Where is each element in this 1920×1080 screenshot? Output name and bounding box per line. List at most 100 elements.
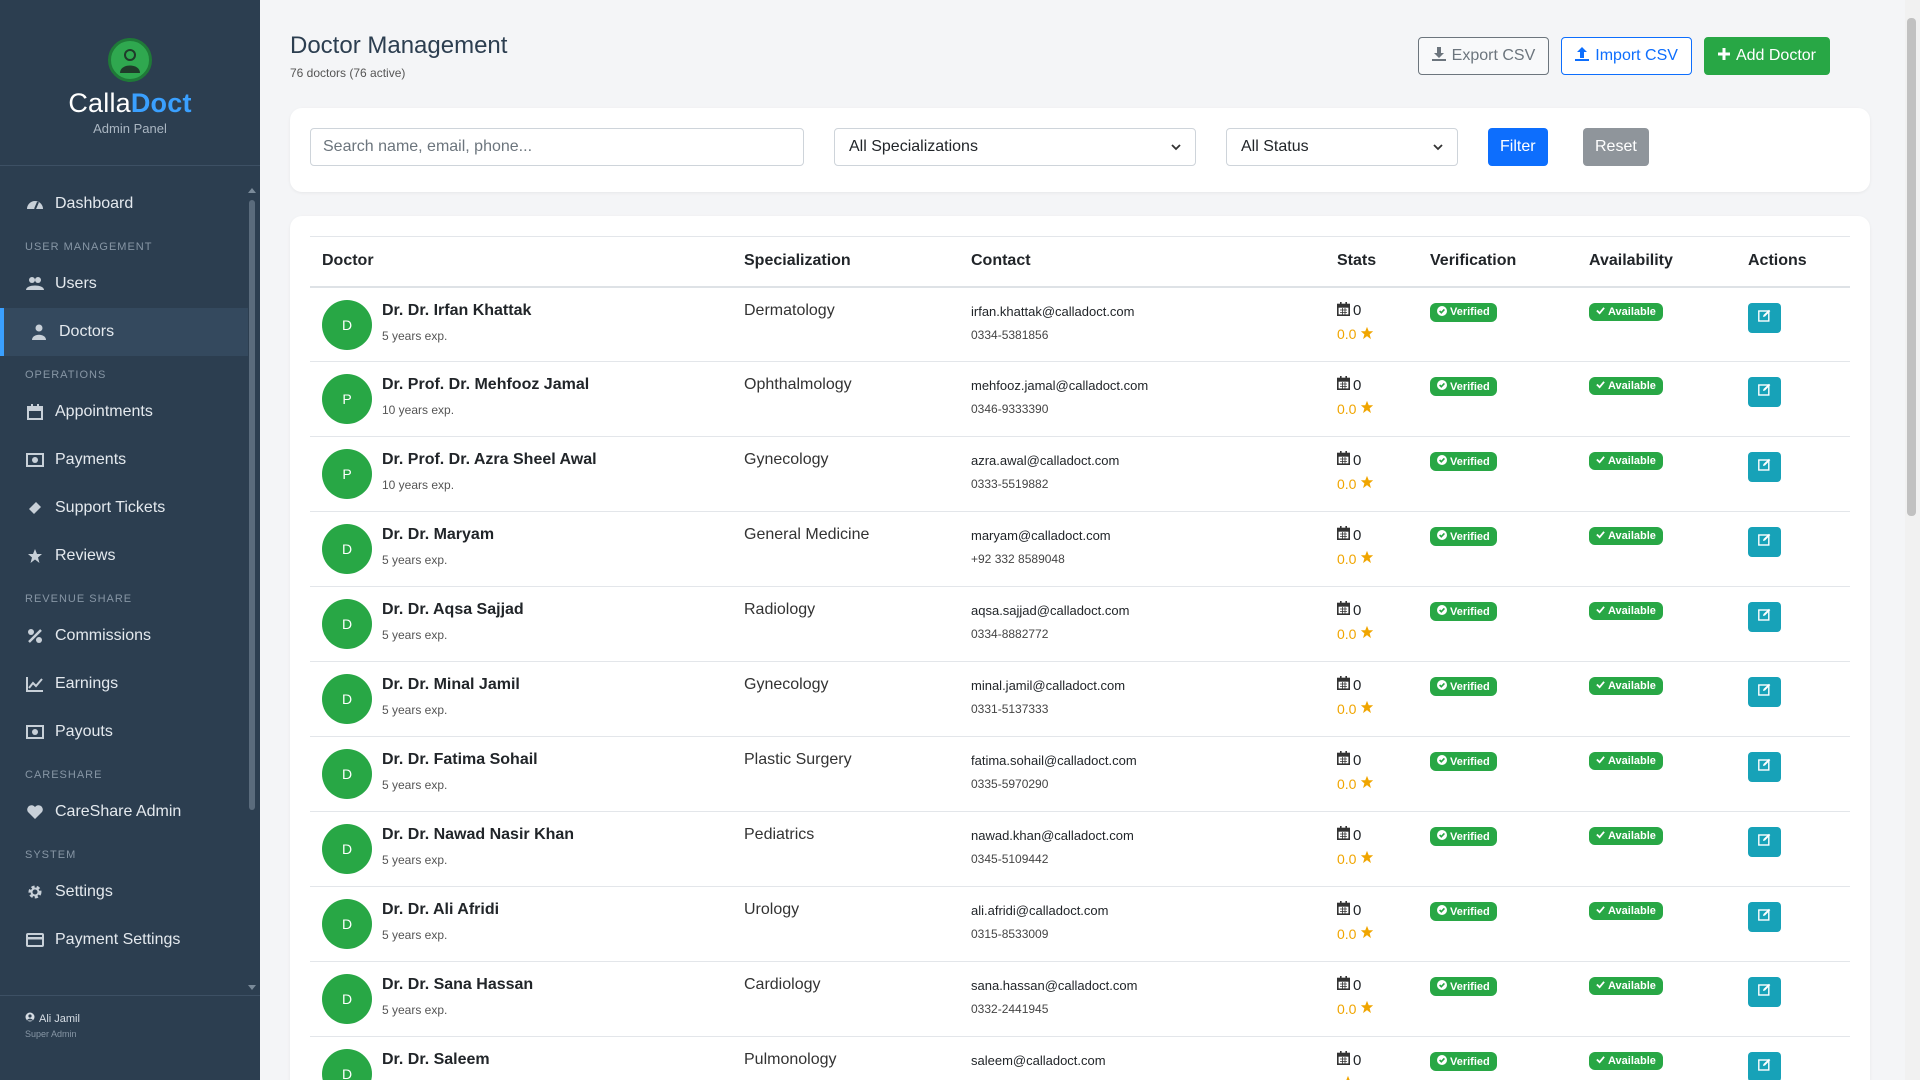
verification-badge: Verified (1430, 377, 1497, 396)
scroll-up-icon[interactable] (248, 188, 256, 193)
star-icon (1360, 400, 1374, 417)
avatar: D (322, 674, 372, 724)
doctor-icon (29, 323, 49, 341)
table-row[interactable]: D Dr. Dr. Aqsa Sajjad 5 years exp. Radio… (310, 587, 1850, 662)
edit-doctor-button[interactable] (1748, 752, 1781, 782)
doctor-experience: 10 years exp. (382, 403, 455, 417)
calendar-icon (1337, 526, 1350, 544)
nav-section-system: SYSTEM (25, 849, 77, 861)
rating-value: 0.0 (1337, 1000, 1357, 1017)
table-row[interactable]: D Dr. Dr. Sana Hassan 5 years exp. Cardi… (310, 962, 1850, 1037)
appointment-count: 0 (1353, 1051, 1362, 1069)
download-icon (1431, 46, 1446, 66)
table-row[interactable]: D Dr. Dr. Minal Jamil 5 years exp. Gynec… (310, 662, 1850, 737)
sidebar-item-appointments[interactable]: Appointments (0, 388, 248, 436)
edit-doctor-button[interactable] (1748, 377, 1781, 407)
edit-doctor-button[interactable] (1748, 827, 1781, 857)
edit-doctor-button[interactable] (1748, 302, 1781, 333)
column-header[interactable]: Availability (1577, 236, 1736, 288)
avatar: D (322, 749, 372, 799)
sidebar-item-settings[interactable]: Settings (0, 868, 248, 916)
calendar-icon (25, 403, 45, 421)
edit-doctor-button[interactable] (1748, 1052, 1781, 1080)
avatar: D (322, 599, 372, 649)
table-row[interactable]: D Dr. Dr. Irfan Khattak 5 years exp. Der… (310, 287, 1850, 362)
sidebar-item-dashboard[interactable]: Dashboard (0, 180, 248, 228)
import-csv-button[interactable]: Import CSV (1561, 37, 1692, 75)
appointment-count: 0 (1353, 302, 1362, 319)
sidebar-item-payments[interactable]: Payments (0, 436, 248, 484)
table-row[interactable]: D Dr. Dr. Ali Afridi 5 years exp. Urolog… (310, 887, 1850, 962)
doctor-name: Dr. Prof. Dr. Azra Sheel Awal (382, 451, 597, 468)
table-row[interactable]: D Dr. Dr. Fatima Sohail 5 years exp. Pla… (310, 737, 1850, 812)
check-icon (1596, 605, 1605, 617)
verification-badge: Verified (1430, 827, 1497, 846)
column-header[interactable]: Specialization (732, 236, 959, 288)
doctor-cell: D Dr. Dr. Irfan Khattak 5 years exp. (322, 299, 732, 350)
doctor-name: Dr. Dr. Aqsa Sajjad (382, 601, 524, 618)
search-input[interactable]: Search name, email, phone... (310, 128, 804, 166)
page-scrollbar-thumb[interactable] (1907, 18, 1916, 516)
add-doctor-button[interactable]: Add Doctor (1703, 37, 1830, 75)
export-csv-button[interactable]: Export CSV (1417, 37, 1550, 75)
sidebar-item-label: Appointments (55, 403, 153, 420)
ticket-icon (25, 499, 45, 517)
status-select[interactable]: All Status (1226, 128, 1458, 166)
table-row[interactable]: D Dr. Dr. Maryam 5 years exp. General Me… (310, 512, 1850, 587)
nav-section-revenue-share: REVENUE SHARE (25, 593, 133, 605)
gear-icon (25, 883, 45, 901)
sidebar-item-earnings[interactable]: Earnings (0, 660, 248, 708)
sidebar-item-doctors[interactable]: Doctors (0, 308, 248, 356)
contact-email: nawad.khan@calladoct.com (971, 828, 1134, 843)
sidebar-item-payouts[interactable]: Payouts (0, 708, 248, 756)
edit-doctor-button[interactable] (1748, 902, 1781, 932)
check-icon (1596, 1055, 1605, 1067)
edit-icon (1758, 458, 1771, 476)
filter-button[interactable]: Filter (1488, 128, 1548, 166)
sidebar-item-users[interactable]: Users (0, 260, 248, 308)
edit-doctor-button[interactable] (1748, 527, 1781, 557)
edit-doctor-button[interactable] (1748, 677, 1781, 707)
main-content: Doctor Management 76 doctors (76 active)… (260, 0, 1900, 1080)
star-icon (1360, 625, 1374, 642)
edit-doctor-button[interactable] (1748, 977, 1781, 1007)
doctor-cell: D Dr. Dr. Ali Afridi 5 years exp. (322, 899, 732, 949)
check-circle-icon (1437, 680, 1447, 693)
edit-doctor-button[interactable] (1748, 602, 1781, 632)
table-row[interactable]: D Dr. Dr. Nawad Nasir Khan 5 years exp. … (310, 812, 1850, 887)
edit-doctor-button[interactable] (1748, 452, 1781, 482)
doctor-experience: 5 years exp. (382, 628, 448, 642)
sidebar-item-label: Settings (55, 883, 113, 900)
availability-badge: Available (1589, 527, 1663, 545)
contact-email: sana.hassan@calladoct.com (971, 978, 1138, 993)
doctor-cell: D Dr. Dr. Aqsa Sajjad 5 years exp. (322, 599, 732, 649)
table-row[interactable]: D Dr. Dr. Saleem Pulmonology saleem@call… (310, 1037, 1850, 1080)
specialization-select[interactable]: All Specializations (834, 128, 1196, 166)
check-circle-icon (1437, 1055, 1447, 1068)
chevron-down-icon (1433, 138, 1443, 156)
column-header[interactable]: Stats (1325, 236, 1418, 288)
reset-button[interactable]: Reset (1583, 128, 1649, 166)
sidebar-item-reviews[interactable]: Reviews (0, 532, 248, 580)
star-icon (25, 547, 45, 565)
check-circle-icon (1437, 530, 1447, 543)
column-header[interactable]: Contact (959, 236, 1325, 288)
column-header[interactable]: Doctor (310, 236, 732, 288)
column-header[interactable]: Actions (1736, 236, 1850, 288)
table-row[interactable]: P Dr. Prof. Dr. Azra Sheel Awal 10 years… (310, 437, 1850, 512)
availability-badge: Available (1589, 302, 1663, 321)
column-header[interactable]: Verification (1418, 236, 1577, 288)
appointment-count: 0 (1353, 676, 1362, 694)
sidebar-item-support-tickets[interactable]: Support Tickets (0, 484, 248, 532)
rating-value: 0.0 (1337, 625, 1357, 642)
sidebar-item-careshare-admin[interactable]: CareShare Admin (0, 788, 248, 836)
user-circle-icon (25, 1012, 35, 1025)
table-row[interactable]: P Dr. Prof. Dr. Mehfooz Jamal 10 years e… (310, 362, 1850, 437)
scroll-down-icon[interactable] (248, 985, 256, 990)
brand: CallaDoct Admin Panel (0, 0, 260, 166)
sidebar-item-commissions[interactable]: Commissions (0, 612, 248, 660)
sidebar-item-payment-settings[interactable]: Payment Settings (0, 916, 248, 964)
nav-section-user-management: USER MANAGEMENT (25, 241, 153, 253)
rating-value: 0.0 (1337, 700, 1357, 717)
sidebar-scrollbar[interactable] (249, 200, 255, 810)
